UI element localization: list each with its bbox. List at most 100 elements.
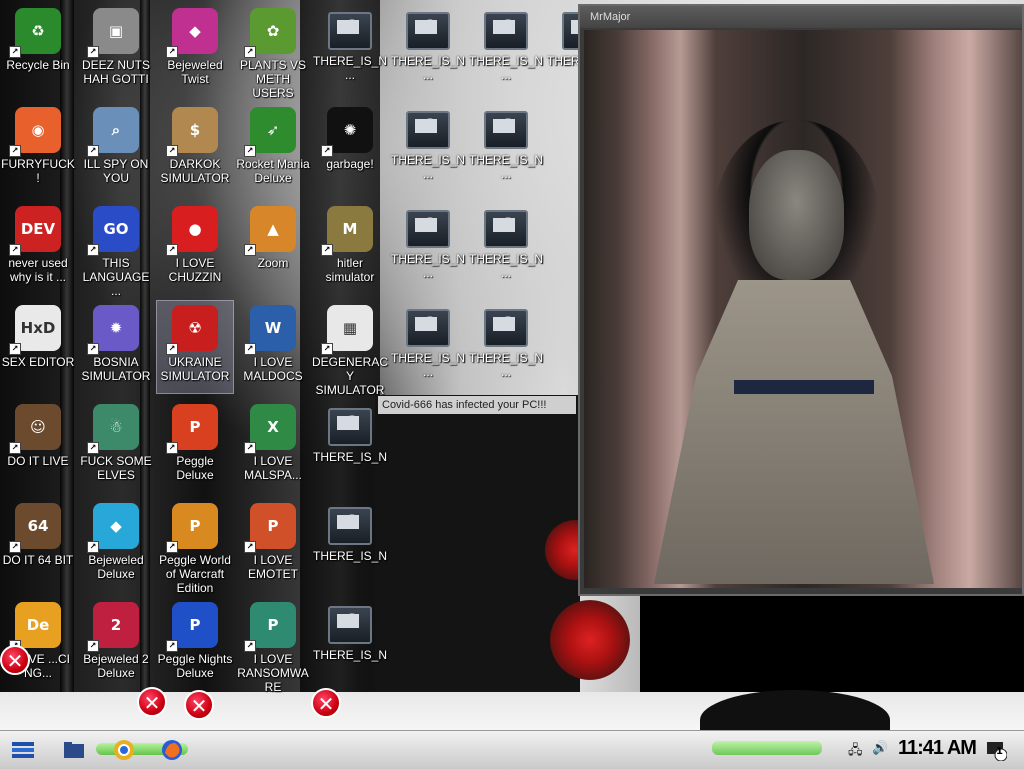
shortcut-arrow-icon: ↗ [343,410,357,429]
desktop-icon[interactable]: $ ↗ DARKOK SIMULATOR [157,103,233,195]
desktop-icon[interactable]: GO ↗ THIS LANGUAGE ... [78,202,154,298]
shortcut-arrow-icon: ↗ [166,145,178,157]
desktop-icon[interactable]: M ↗ hitler simulator [312,202,388,294]
app-icon: ◉ ↗ [9,107,61,157]
firefox-button[interactable] [158,737,186,763]
desktop-icon[interactable]: W ↗ I LOVE MALDOCS [235,301,311,393]
desktop-icon[interactable]: ↗ THERE_IS_N... [468,301,544,393]
start-button[interactable] [8,737,38,763]
desktop-icon[interactable]: ♻ ↗ Recycle Bin [0,4,76,96]
desktop-icon[interactable]: ☺ ↗ DO IT LIVE [0,400,76,492]
desktop-icon[interactable]: 2 ↗ Bejeweled 2 Deluxe [78,598,154,690]
desktop-icon[interactable]: ▦ ↗ DEGENERACY SIMULATOR [312,301,388,397]
error-icon[interactable]: ✕ [311,688,341,718]
desktop-icon[interactable]: ↗ THERE_IS_N... [312,4,388,96]
desktop-icon[interactable]: ✺ ↗ garbage! [312,103,388,195]
desktop-icon[interactable]: ↗ THERE_IS_N... [390,202,466,294]
desktop-icon-label: Bejeweled 2 Deluxe [83,652,149,680]
desktop-icon[interactable]: P ↗ Peggle World of Warcraft Edition [157,499,233,595]
doll-image [584,30,1022,588]
desktop-icon-label: THERE_IS_N... [390,54,466,82]
shortcut-arrow-icon: ↗ [87,145,99,157]
app-icon: P ↗ [244,503,296,553]
desktop-icon[interactable]: De↗I LOVE ...CI NG... [0,598,76,690]
error-icon[interactable]: ✕ [137,687,167,717]
desktop-icon[interactable]: ☃ ↗ FUCK SOME ELVES [78,400,154,492]
desktop-icon-label: THERE_IS_N... [390,252,466,280]
shortcut-arrow-icon: ↗ [244,46,256,58]
desktop-icon[interactable]: P ↗ Peggle Deluxe [157,400,233,492]
monitor-icon: ↗ [406,210,450,248]
app-icon: ✿ ↗ [244,8,296,58]
shortcut-arrow-icon: ↗ [421,311,435,330]
shortcut-arrow-icon: ↗ [166,343,178,355]
app-icon: HxD ↗ [9,305,61,355]
action-center-button[interactable]: 1 [982,737,1010,763]
desktop-icon[interactable]: ✹ ↗ BOSNIA SIMULATOR [78,301,154,393]
app-icon: ⌕ ↗ [87,107,139,157]
desktop-icon-label: THERE_IS_N... [468,153,544,181]
error-icon[interactable]: ✕ [0,645,30,675]
shortcut-arrow-icon: ↗ [87,244,99,256]
taskbar-clock[interactable]: 11:41 AM [898,737,977,760]
desktop-icon[interactable]: ↗ THERE_IS_N... [390,4,466,96]
desktop-icon[interactable]: ↗ THERE_IS_N... [390,301,466,393]
desktop-icon[interactable]: ◆ ↗ Bejeweled Twist [157,4,233,96]
desktop-icon-label: THERE_IS_N... [312,54,388,82]
desktop-icon[interactable]: ↗ THERE_IS_N... [468,202,544,294]
desktop-icon-label: THERE_IS_N... [390,351,466,379]
desktop-icon[interactable]: P ↗ I LOVE RANSOMWARE [235,598,311,694]
monitor-icon: ↗ [484,210,528,248]
desktop-icon[interactable]: ⌕ ↗ ILL SPY ON YOU [78,103,154,195]
monitor-icon: ↗ [484,12,528,50]
file-explorer-button[interactable] [60,737,88,763]
monitor-icon: ↗ [406,111,450,149]
desktop-icon[interactable]: ↗ THERE_IS_N... [390,103,466,195]
error-icon[interactable]: ✕ [184,690,214,720]
desktop-icon[interactable]: ➶ ↗ Rocket Mania Deluxe [235,103,311,195]
shortcut-arrow-icon: ↗ [9,343,21,355]
desktop-icon[interactable]: ◉ ↗ FURRYFUCK! [0,103,76,195]
desktop-icon[interactable]: HxD ↗ SEX EDITOR [0,301,76,393]
desktop-icon[interactable]: ↗ THERE_IS_N... [468,4,544,96]
network-icon[interactable]: 🖧 [848,741,863,763]
shortcut-arrow-icon: ↗ [421,212,435,231]
firefox-icon [162,740,182,760]
desktop-icon[interactable]: ● ↗ I LOVE CHUZZIN [157,202,233,294]
desktop-icon[interactable]: ↗ THERE_IS_N... [468,103,544,195]
app-icon: M ↗ [321,206,373,256]
app-icon: ♻ ↗ [9,8,61,58]
desktop-icon[interactable]: P ↗ I LOVE EMOTET [235,499,311,591]
shortcut-arrow-icon: ↗ [499,212,513,231]
desktop-icon[interactable]: 64 ↗ DO IT 64 BIT [0,499,76,591]
mrmajor-window[interactable]: MrMajor [578,4,1024,596]
desktop-icon-label: Rocket Mania Deluxe [236,157,310,185]
monitor-icon: ↗ [328,12,372,50]
covid-popup-title[interactable]: Covid-666 has infected your PC!!! [378,396,576,414]
shortcut-arrow-icon: ↗ [499,14,513,33]
desktop-icon[interactable]: ▲ ↗ Zoom [235,202,311,294]
desktop-icon-label: hitler simulator [325,256,375,284]
desktop-icon-label: I LOVE CHUZZIN [168,256,222,284]
volume-icon[interactable]: 🔊 [872,741,888,756]
desktop-icon[interactable]: ↗ THERE_IS_N [312,598,388,690]
shortcut-arrow-icon: ↗ [321,343,333,355]
desktop-icon[interactable]: ☢ ↗ UKRAINE SIMULATOR [156,300,234,394]
desktop-icon[interactable]: P ↗ Peggle Nights Deluxe [157,598,233,690]
taskbar: 🖧 🔊 11:41 AM 1 [0,730,1024,769]
app-icon: ✹ ↗ [87,305,139,355]
desktop-icon[interactable]: X ↗ I LOVE MALSPA... [235,400,311,492]
desktop-icon[interactable]: ◆ ↗ Bejeweled Deluxe [78,499,154,591]
desktop-icon-label: Peggle Nights Deluxe [157,652,233,680]
desktop-icon[interactable]: ↗ THERE_IS_N [312,400,388,492]
app-icon: X ↗ [244,404,296,454]
desktop-icon-label: PLANTS VS METH USERS [239,58,307,100]
desktop-icon[interactable]: ▣ ↗ DEEZ NUTS HAH GOTTI [78,4,154,96]
window-title[interactable]: MrMajor [580,6,1022,28]
desktop-icon[interactable]: DEV ↗ never used why is it ... [0,202,76,294]
desktop-icon[interactable]: ✿ ↗ PLANTS VS METH USERS [235,4,311,100]
desktop-icon[interactable]: ↗ THERE_IS_N [312,499,388,591]
chrome-button[interactable] [110,737,138,763]
monitor-icon: ↗ [406,309,450,347]
desktop-icon-label: BOSNIA SIMULATOR [81,355,151,383]
